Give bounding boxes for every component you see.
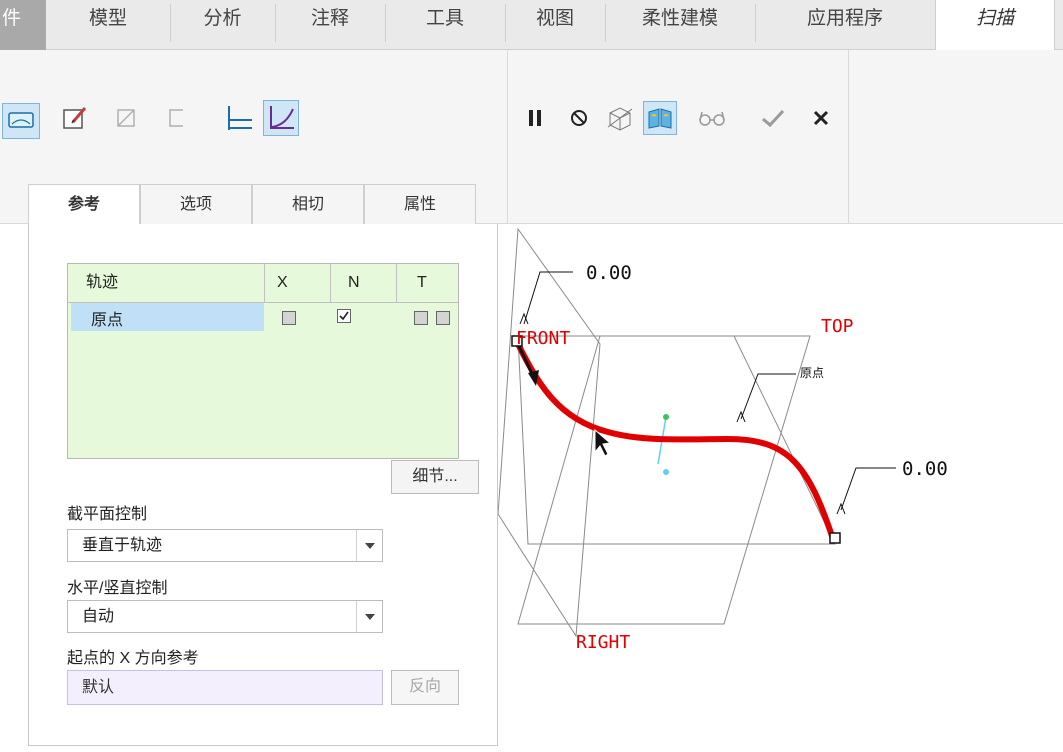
references-panel: 轨迹 X N T 原点 细节... 截平面控制 垂直于轨迹 水平/竖直控制 自动…: [28, 224, 498, 746]
flip-button[interactable]: 反向: [391, 670, 459, 705]
t-checkbox-b[interactable]: [436, 311, 450, 325]
tab-model[interactable]: 模型: [46, 0, 170, 50]
preview-feature-icon[interactable]: [605, 103, 635, 133]
tab-annotate[interactable]: 注释: [275, 0, 385, 50]
confirm-check-icon[interactable]: [758, 103, 788, 133]
dim-right-leader: [840, 467, 896, 511]
section-plane-control-value: 垂直于轨迹: [82, 537, 163, 554]
glasses-icon[interactable]: [697, 103, 727, 133]
cancel-x-icon[interactable]: [806, 103, 836, 133]
no-preview-icon[interactable]: [564, 103, 594, 133]
variable-section-icon[interactable]: [263, 100, 299, 136]
table-row[interactable]: 原点: [71, 303, 264, 331]
right-plane-label: RIGHT: [576, 632, 630, 653]
x-checkbox[interactable]: [282, 311, 296, 325]
front-plane-label: FRONT: [516, 328, 570, 349]
col-header-trajectory: 轨迹: [86, 274, 119, 291]
origin-label: 原点: [800, 366, 824, 380]
col-header-n: N: [348, 274, 360, 291]
hv-control-value: 自动: [82, 608, 115, 625]
sweep-solid-icon[interactable]: [2, 103, 40, 139]
trajectory-name: 原点: [91, 312, 124, 329]
tab-applications[interactable]: 应用程序: [755, 0, 935, 50]
pause-icon[interactable]: [520, 103, 550, 133]
tab-flexible-modeling[interactable]: 柔性建模: [605, 0, 755, 50]
thicken-sketch-icon[interactable]: [162, 103, 192, 133]
origin-point-green: [663, 414, 669, 420]
tab-sweep[interactable]: 扫描: [935, 0, 1055, 51]
verify-mode-icon[interactable]: [643, 101, 677, 135]
tab-view[interactable]: 视图: [505, 0, 605, 50]
ribbon-tab-bar: 件 模型 分析 注释 工具 视图 柔性建模 应用程序 扫描: [0, 0, 1063, 51]
column-divider: [264, 264, 265, 302]
remove-material-icon[interactable]: [112, 103, 142, 133]
trajectory-curve[interactable]: [514, 339, 836, 542]
constant-section-icon[interactable]: [224, 103, 254, 133]
origin-pin-icon: [736, 410, 746, 423]
column-divider: [396, 264, 397, 302]
section-plane-control-select[interactable]: 垂直于轨迹: [67, 529, 383, 562]
details-button[interactable]: 细节...: [391, 460, 479, 494]
dim-top-leader: [523, 271, 573, 325]
tab-parts[interactable]: 件: [0, 0, 46, 50]
start-x-ref-field[interactable]: 默认: [67, 670, 383, 705]
chevron-down-icon[interactable]: [356, 530, 382, 561]
trajectory-table[interactable]: 轨迹 X N T 原点: [67, 263, 459, 459]
origin-point-cyan: [663, 469, 669, 475]
hv-control-label: 水平/竖直控制: [67, 580, 168, 597]
end-point-handle[interactable]: [829, 532, 841, 544]
dim-top-value[interactable]: 0.00: [586, 262, 632, 284]
col-header-x: X: [277, 274, 288, 291]
subtab-options[interactable]: 选项: [140, 184, 252, 224]
hv-control-select[interactable]: 自动: [67, 600, 383, 633]
tab-tools[interactable]: 工具: [385, 0, 505, 50]
top-plane-label: TOP: [821, 316, 854, 337]
t-checkbox-a[interactable]: [414, 311, 428, 325]
ribbon-group-divider: [507, 50, 508, 224]
right-plane: [497, 227, 601, 638]
subtab-properties[interactable]: 属性: [364, 184, 476, 224]
subtab-tangency[interactable]: 相切: [252, 184, 364, 224]
dim-right-value[interactable]: 0.00: [902, 458, 948, 480]
column-divider: [330, 264, 331, 302]
n-checkbox[interactable]: [337, 309, 351, 323]
sketch-icon[interactable]: [60, 103, 90, 133]
col-header-t: T: [417, 274, 427, 291]
chevron-down-icon[interactable]: [356, 601, 382, 632]
top-plane: [517, 335, 811, 625]
graphics-viewport[interactable]: 0.00 0.00 FRONT TOP RIGHT 原点: [497, 224, 1063, 752]
tab-analysis[interactable]: 分析: [170, 0, 275, 50]
section-plane-control-label: 截平面控制: [67, 506, 148, 523]
ribbon-group-divider: [848, 50, 849, 224]
subtab-references[interactable]: 参考: [28, 184, 140, 225]
start-x-ref-label: 起点的 X 方向参考: [67, 650, 199, 667]
